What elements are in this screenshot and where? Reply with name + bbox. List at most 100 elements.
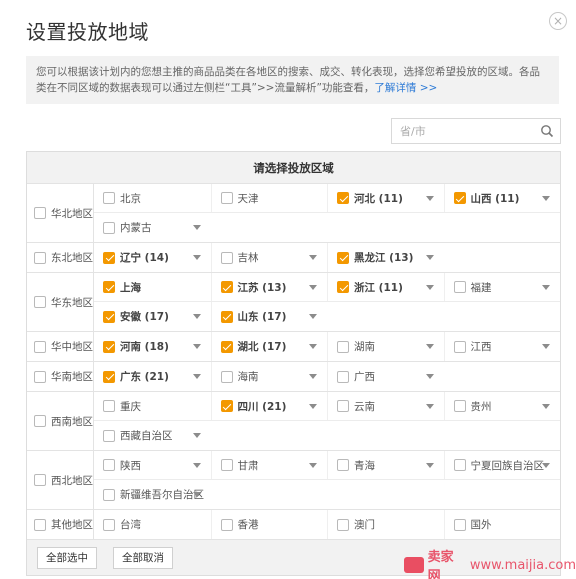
deselect-all-button[interactable]: 全部取消 xyxy=(113,546,173,569)
chevron-down-icon[interactable] xyxy=(192,374,201,379)
province-checkbox[interactable] xyxy=(220,518,233,531)
chevron-down-icon[interactable] xyxy=(192,344,201,349)
province-option[interactable]: 浙江 (11) xyxy=(327,273,444,301)
province-option[interactable]: 甘肃 xyxy=(210,451,328,479)
province-checkbox[interactable] xyxy=(337,400,349,412)
province-option[interactable]: 河南 (18) xyxy=(94,332,211,361)
province-checkbox[interactable] xyxy=(103,518,115,531)
chevron-down-icon[interactable] xyxy=(309,404,317,409)
chevron-down-icon[interactable] xyxy=(192,433,201,438)
province-checkbox[interactable] xyxy=(337,251,349,264)
province-option[interactable]: 陕西 xyxy=(94,451,211,479)
chevron-down-icon[interactable] xyxy=(542,344,550,349)
province-checkbox[interactable] xyxy=(103,281,115,293)
province-option[interactable]: 青海 xyxy=(327,451,444,479)
chevron-down-icon[interactable] xyxy=(425,404,434,409)
learn-more-link[interactable]: 了解详情 >> xyxy=(374,82,437,94)
province-checkbox[interactable] xyxy=(220,192,233,204)
chevron-down-icon[interactable] xyxy=(425,285,434,290)
province-option[interactable]: 新疆维吾尔自治区 xyxy=(94,480,211,509)
province-option[interactable]: 重庆 xyxy=(94,392,211,420)
search-icon[interactable] xyxy=(540,124,554,138)
province-option[interactable]: 海南 xyxy=(210,362,328,391)
chevron-down-icon[interactable] xyxy=(542,285,550,290)
chevron-down-icon[interactable] xyxy=(309,374,317,379)
province-option[interactable]: 国外 xyxy=(443,510,561,539)
province-checkbox[interactable] xyxy=(220,370,233,383)
region-label[interactable]: 华中地区 xyxy=(27,332,94,361)
province-option[interactable]: 江西 xyxy=(443,332,561,361)
search-input[interactable] xyxy=(392,119,530,143)
region-checkbox[interactable] xyxy=(34,207,46,219)
province-checkbox[interactable] xyxy=(337,340,349,353)
close-icon[interactable]: × xyxy=(549,12,567,30)
chevron-down-icon[interactable] xyxy=(309,463,317,468)
province-option[interactable]: 上海 xyxy=(94,273,211,301)
province-option[interactable]: 内蒙古 xyxy=(94,213,211,242)
province-option[interactable]: 广西 xyxy=(327,362,444,391)
select-all-button[interactable]: 全部选中 xyxy=(37,546,97,569)
province-option[interactable]: 吉林 xyxy=(210,243,328,272)
region-checkbox[interactable] xyxy=(34,296,46,308)
region-label[interactable]: 华北地区 xyxy=(27,184,94,242)
province-option[interactable]: 湖南 xyxy=(327,332,444,361)
chevron-down-icon[interactable] xyxy=(192,314,201,319)
region-label[interactable]: 西北地区 xyxy=(27,451,94,509)
province-checkbox[interactable] xyxy=(103,370,115,383)
province-checkbox[interactable] xyxy=(337,281,349,293)
province-checkbox[interactable] xyxy=(103,429,115,442)
province-option[interactable]: 云南 xyxy=(327,392,444,420)
province-checkbox[interactable] xyxy=(103,221,115,234)
province-checkbox[interactable] xyxy=(453,281,466,293)
province-option[interactable]: 四川 (21) xyxy=(210,392,328,420)
province-checkbox[interactable] xyxy=(103,488,115,501)
province-checkbox[interactable] xyxy=(103,310,115,323)
province-checkbox[interactable] xyxy=(453,400,466,412)
province-option[interactable]: 广东 (21) xyxy=(94,362,211,391)
province-option[interactable]: 安徽 (17) xyxy=(94,302,211,331)
province-option[interactable]: 北京 xyxy=(94,184,211,212)
province-checkbox[interactable] xyxy=(220,459,233,471)
province-checkbox[interactable] xyxy=(220,340,233,353)
province-checkbox[interactable] xyxy=(337,370,349,383)
chevron-down-icon[interactable] xyxy=(309,314,317,319)
chevron-down-icon[interactable] xyxy=(192,492,201,497)
chevron-down-icon[interactable] xyxy=(425,463,434,468)
province-checkbox[interactable] xyxy=(453,459,466,471)
province-checkbox[interactable] xyxy=(220,251,233,264)
chevron-down-icon[interactable] xyxy=(425,196,434,201)
region-checkbox[interactable] xyxy=(34,415,46,427)
province-option[interactable]: 山西 (11) xyxy=(443,184,561,212)
region-checkbox[interactable] xyxy=(34,340,46,353)
chevron-down-icon[interactable] xyxy=(309,285,317,290)
chevron-down-icon[interactable] xyxy=(425,255,434,260)
province-checkbox[interactable] xyxy=(103,192,115,204)
chevron-down-icon[interactable] xyxy=(542,404,550,409)
chevron-down-icon[interactable] xyxy=(425,374,434,379)
region-label[interactable]: 其他地区 xyxy=(27,510,94,539)
province-checkbox[interactable] xyxy=(103,251,115,264)
region-label[interactable]: 华东地区 xyxy=(27,273,94,331)
province-option[interactable]: 山东 (17) xyxy=(210,302,328,331)
province-checkbox[interactable] xyxy=(103,459,115,471)
province-option[interactable]: 台湾 xyxy=(94,510,211,539)
province-checkbox[interactable] xyxy=(453,518,466,531)
chevron-down-icon[interactable] xyxy=(542,463,550,468)
province-option[interactable]: 河北 (11) xyxy=(327,184,444,212)
province-checkbox[interactable] xyxy=(453,192,466,204)
region-checkbox[interactable] xyxy=(34,370,46,383)
province-option[interactable]: 天津 xyxy=(210,184,328,212)
region-checkbox[interactable] xyxy=(34,251,46,264)
province-option[interactable]: 贵州 xyxy=(443,392,561,420)
chevron-down-icon[interactable] xyxy=(192,255,201,260)
region-label[interactable]: 西南地区 xyxy=(27,392,94,450)
province-checkbox[interactable] xyxy=(220,281,233,293)
chevron-down-icon[interactable] xyxy=(425,344,434,349)
region-checkbox[interactable] xyxy=(34,474,46,486)
province-option[interactable]: 澳门 xyxy=(327,510,444,539)
region-label[interactable]: 华南地区 xyxy=(27,362,94,391)
chevron-down-icon[interactable] xyxy=(192,463,201,468)
province-checkbox[interactable] xyxy=(103,400,115,412)
province-checkbox[interactable] xyxy=(103,340,115,353)
region-checkbox[interactable] xyxy=(34,518,46,531)
